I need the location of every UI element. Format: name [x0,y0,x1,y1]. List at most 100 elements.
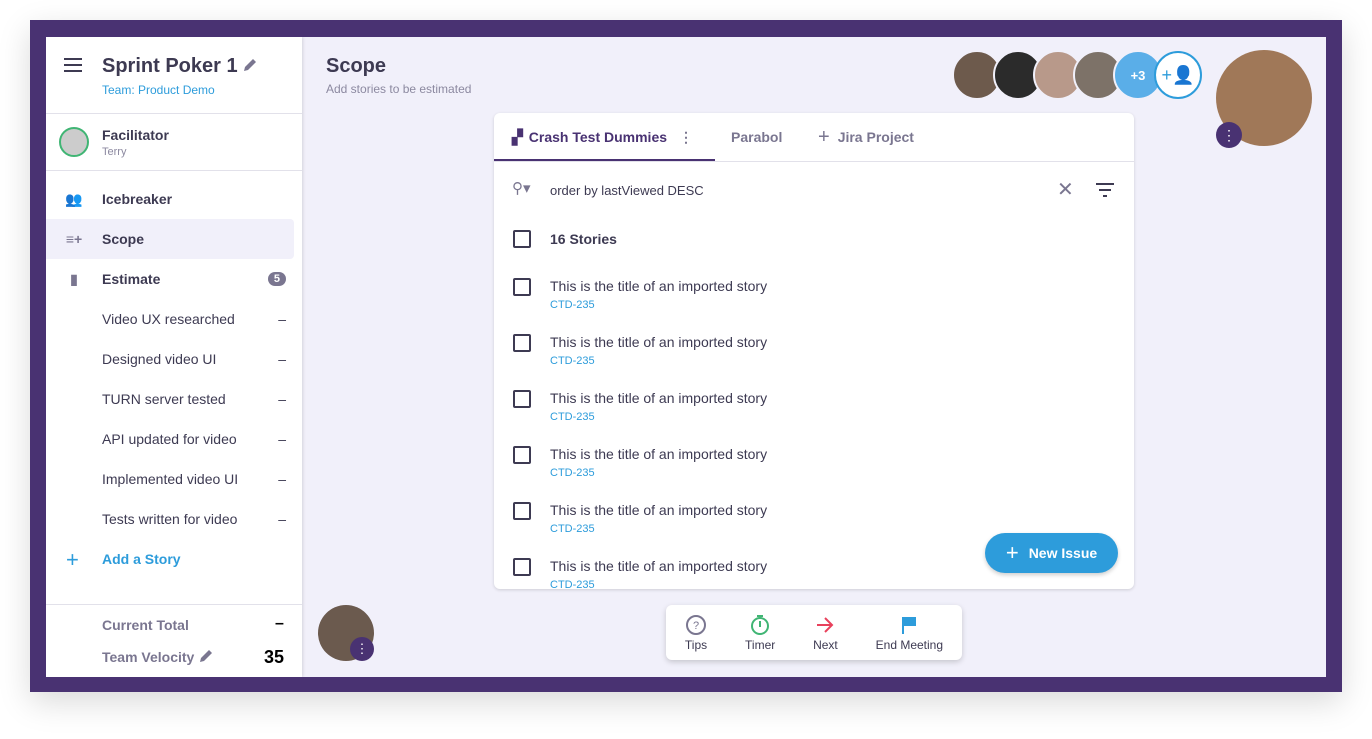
facilitator-label: Facilitator [102,127,169,143]
timer-button[interactable]: Timer [745,614,775,652]
list-item[interactable]: This is the title of an imported story CT… [494,278,1134,334]
pencil-icon[interactable] [199,649,213,663]
next-button[interactable]: Next [813,614,838,652]
menu-icon[interactable] [64,57,84,73]
tab-add-jira-project[interactable]: + Jira Project [818,113,914,161]
story-checkbox[interactable] [513,446,531,464]
story-label: Tests written for video [102,511,238,527]
clear-icon[interactable]: ✕ [1057,177,1074,202]
tab-label: Crash Test Dummies [528,129,668,145]
search-icon[interactable]: ⚲▾ [512,179,531,197]
filter-icon[interactable] [1096,183,1114,197]
more-vert-icon[interactable]: ⋮ [679,129,693,146]
tab-parabol[interactable]: Parabol [731,113,782,161]
sidebar: Sprint Poker 1 Team: Product Demo Facili… [46,37,302,677]
story-checkbox[interactable] [513,334,531,352]
current-total-label: Current Total [102,617,189,633]
story-checkbox[interactable] [513,278,531,296]
jira-icon: ▞ [512,128,523,145]
story-key[interactable]: CTD-235 [550,467,595,479]
story-label: TURN server tested [102,391,226,407]
more-vert-icon[interactable]: ⋮ [350,637,374,661]
divider [46,170,302,171]
story-value: – [278,471,286,487]
scope-panel: ▞ Crash Test Dummies ⋮ Parabol + Jira Proje… [494,113,1134,589]
story-title: This is the title of an imported story [550,334,768,350]
cards-icon: ▮ [70,270,78,287]
story-item[interactable]: TURN server tested – [102,391,286,407]
search-input[interactable]: order by lastViewed DESC [550,183,704,198]
story-label: Designed video UI [102,351,217,367]
nav-label: Icebreaker [102,191,173,207]
select-all-checkbox[interactable] [513,230,531,248]
add-participant-icon[interactable]: +👤 [1154,51,1202,99]
story-label: Implemented video UI [102,471,239,487]
playlist-add-icon: ≡+ [65,231,83,247]
divider [46,113,302,114]
story-title: This is the title of an imported story [550,278,768,294]
tab-crash-test-dummies[interactable]: ▞ Crash Test Dummies ⋮ [512,113,693,161]
plus-icon: + [818,125,830,148]
plus-icon: + [66,547,79,572]
velocity-value: 35 [264,647,285,667]
app-screen: Sprint Poker 1 Team: Product Demo Facili… [46,37,1326,677]
story-item[interactable]: Designed video UI – [102,351,286,367]
new-issue-label: New Issue [1028,545,1098,561]
end-meeting-label: End Meeting [875,637,944,652]
plus-icon: + [1005,540,1019,565]
new-issue-button[interactable]: + New Issue [985,533,1118,573]
sidebar-item-icebreaker[interactable]: 👥 Icebreaker [46,179,294,219]
list-item[interactable]: This is the title of an imported story CT… [494,334,1134,390]
story-value: – [278,311,286,327]
add-story-button[interactable]: Add a Story [102,551,181,567]
story-key[interactable]: CTD-235 [550,411,595,423]
divider [46,604,302,605]
current-total-value: – [275,615,284,632]
facilitator-name: Terry [102,146,127,158]
story-item[interactable]: Video UX researched – [102,311,286,327]
list-item[interactable]: This is the title of an imported story CT… [494,390,1134,446]
timer-icon [751,614,770,635]
list-item[interactable]: This is the title of an imported story CT… [494,446,1134,502]
story-checkbox[interactable] [513,390,531,408]
help-icon: ? [686,614,707,635]
story-checkbox[interactable] [513,502,531,520]
end-meeting-button[interactable]: End Meeting [876,614,943,652]
page-subtitle: Add stories to be estimated [326,82,472,96]
story-value: – [278,391,286,407]
story-title: This is the title of an imported story [550,390,768,406]
svg-text:?: ? [693,620,699,632]
story-key[interactable]: CTD-235 [550,299,595,311]
story-item[interactable]: API updated for video – [102,431,286,447]
tab-label: Jira Project [837,129,914,145]
page-title: Scope [326,55,387,77]
divider [494,161,1134,162]
team-link[interactable]: Team: Product Demo [102,83,215,97]
story-count: 16 Stories [550,231,617,247]
meeting-title: Sprint Poker 1 [102,55,238,77]
estimate-count-badge: 5 [267,272,286,286]
story-key[interactable]: CTD-235 [550,523,595,535]
story-item[interactable]: Implemented video UI – [102,471,286,487]
bottom-controls: ? Tips Timer Next End Meeting [666,605,962,660]
story-value: – [278,351,286,367]
velocity-label: Team Velocity [102,649,195,665]
story-item[interactable]: Tests written for video – [102,511,286,527]
story-title: This is the title of an imported story [550,502,768,518]
story-checkbox[interactable] [513,558,531,576]
story-value: – [278,511,286,527]
story-key[interactable]: CTD-235 [550,579,595,589]
timer-label: Timer [745,637,776,652]
nav-label: Estimate [102,271,161,287]
flag-icon [902,616,917,634]
arrow-forward-icon [817,616,834,633]
sidebar-item-estimate[interactable]: ▮ Estimate 5 [46,259,294,299]
sidebar-item-scope[interactable]: ≡+ Scope [46,219,294,259]
facilitator-avatar[interactable] [59,127,89,157]
tips-button[interactable]: ? Tips [685,614,707,652]
pencil-icon[interactable] [243,58,257,72]
tips-label: Tips [684,637,708,652]
story-key[interactable]: CTD-235 [550,355,595,367]
more-vert-icon[interactable]: ⋮ [1216,122,1242,148]
story-label: Video UX researched [102,311,235,327]
